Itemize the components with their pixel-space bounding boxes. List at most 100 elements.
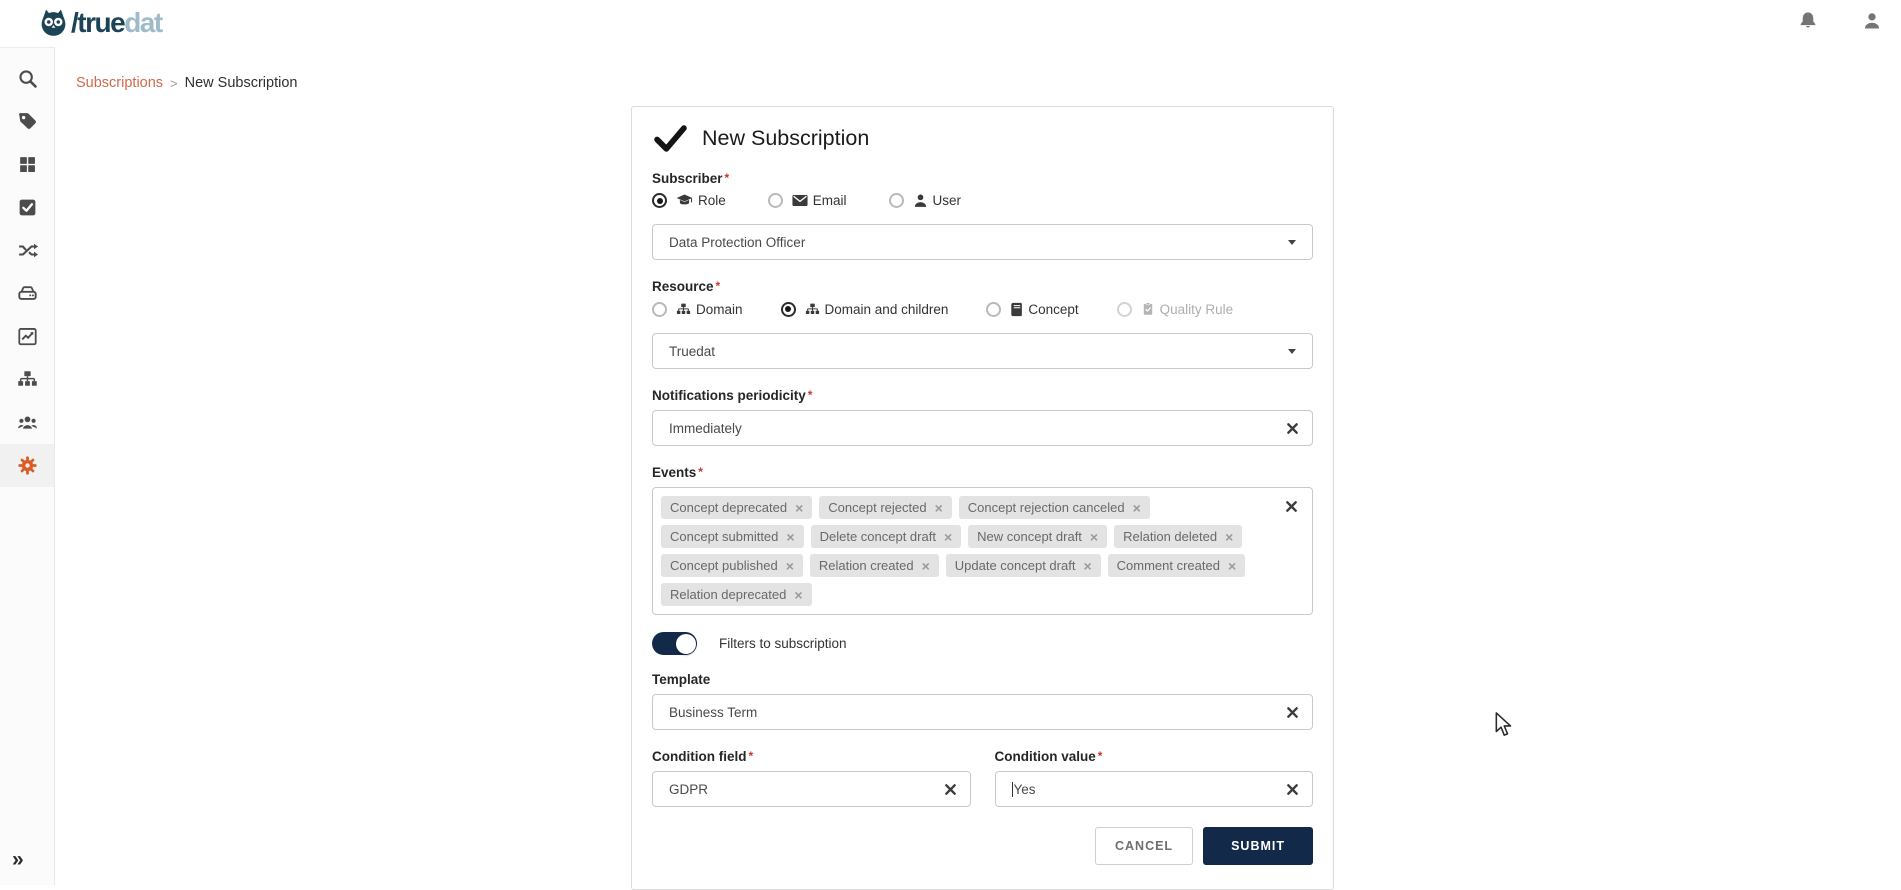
resource-select[interactable]: Truedat bbox=[652, 333, 1313, 369]
sidebar-item-tags[interactable] bbox=[0, 100, 54, 143]
required-asterisk: * bbox=[725, 171, 730, 185]
remove-tag-icon[interactable]: × bbox=[786, 530, 794, 544]
remove-tag-icon[interactable]: × bbox=[1090, 530, 1098, 544]
event-tag: Comment created× bbox=[1108, 554, 1246, 577]
user-icon[interactable] bbox=[1861, 10, 1883, 32]
radio-unselected bbox=[768, 193, 783, 208]
sidebar-item-dashboards[interactable] bbox=[0, 315, 54, 358]
filters-toggle-label: Filters to subscription bbox=[719, 636, 847, 651]
sidebar-item-modules[interactable] bbox=[0, 143, 54, 186]
radio-disabled bbox=[1117, 302, 1132, 317]
clear-icon[interactable] bbox=[1286, 706, 1299, 719]
clear-icon[interactable] bbox=[1286, 422, 1299, 435]
required-asterisk: * bbox=[716, 279, 721, 293]
sidebar-item-domains[interactable] bbox=[0, 358, 54, 401]
remove-tag-icon[interactable]: × bbox=[944, 530, 952, 544]
subscriber-select[interactable]: Data Protection Officer bbox=[652, 224, 1313, 260]
sidebar-expand-button[interactable]: » bbox=[0, 843, 54, 877]
required-asterisk: * bbox=[808, 388, 813, 402]
sidebar-item-data-sources[interactable] bbox=[0, 272, 54, 315]
remove-tag-icon[interactable]: × bbox=[1225, 530, 1233, 544]
envelope-icon bbox=[792, 194, 808, 207]
search-icon bbox=[17, 68, 38, 89]
remove-tag-icon[interactable]: × bbox=[935, 501, 943, 515]
sidebar-item-search[interactable] bbox=[0, 57, 54, 100]
resource-radio-group: Domain Domain and children bbox=[652, 301, 1313, 317]
template-field[interactable]: Business Term bbox=[652, 694, 1313, 730]
radio-option-user[interactable]: User bbox=[889, 193, 962, 208]
event-tag: Relation deprecated × bbox=[661, 583, 812, 606]
chevron-down-icon bbox=[1288, 349, 1296, 354]
remove-tag-icon[interactable]: × bbox=[786, 559, 794, 573]
event-tag-label: Delete concept draft bbox=[820, 529, 936, 544]
events-multiselect[interactable]: Concept deprecated × Concept rejected × Co… bbox=[652, 487, 1313, 615]
shuffle-icon bbox=[17, 240, 38, 261]
periodicity-value: Immediately bbox=[669, 421, 742, 436]
book-icon bbox=[1010, 302, 1023, 317]
radio-selected bbox=[781, 302, 796, 317]
radio-unselected bbox=[889, 193, 904, 208]
event-tag-label: New concept draft bbox=[977, 529, 1082, 544]
radio-option-domain[interactable]: Domain bbox=[652, 302, 743, 317]
person-icon bbox=[913, 193, 928, 208]
logo-text-light: dat bbox=[124, 7, 162, 38]
text-cursor bbox=[1012, 782, 1013, 797]
remove-tag-icon[interactable]: × bbox=[1228, 559, 1236, 573]
radio-unselected bbox=[652, 302, 667, 317]
radio-option-concept[interactable]: Concept bbox=[986, 302, 1078, 317]
bell-icon[interactable] bbox=[1797, 10, 1819, 32]
cancel-button[interactable]: CANCEL bbox=[1095, 827, 1193, 865]
radio-option-domain-and-children[interactable]: Domain and children bbox=[781, 302, 949, 317]
event-tag-label: Relation deleted bbox=[1123, 529, 1217, 544]
filters-toggle[interactable] bbox=[652, 632, 697, 655]
breadcrumb-link-subscriptions[interactable]: Subscriptions bbox=[76, 75, 163, 91]
submit-button[interactable]: SUBMIT bbox=[1203, 827, 1313, 865]
radio-option-role[interactable]: Role bbox=[652, 193, 726, 208]
subscriber-radio-group: Role Email bbox=[652, 193, 1313, 208]
radio-label: Email bbox=[813, 193, 847, 208]
sidebar-item-lineage[interactable] bbox=[0, 229, 54, 272]
event-tag: Concept rejection canceled× bbox=[959, 496, 1150, 519]
users-icon bbox=[17, 412, 38, 433]
clear-icon[interactable] bbox=[944, 783, 957, 796]
condition-value-label: Condition value* bbox=[995, 749, 1314, 764]
sidebar: » bbox=[0, 47, 55, 885]
condition-field-input[interactable]: GDPR bbox=[652, 771, 971, 807]
condition-value-input[interactable]: Yes bbox=[995, 771, 1314, 807]
sidebar-item-user-groups[interactable] bbox=[0, 401, 54, 444]
events-label: Events* bbox=[652, 465, 1313, 480]
app-header: /truedat bbox=[0, 0, 1901, 47]
event-tag-label: Relation deprecated bbox=[670, 587, 786, 602]
chevron-down-icon bbox=[1288, 240, 1296, 245]
clear-all-events-icon[interactable] bbox=[1285, 500, 1298, 513]
condition-value-value: Yes bbox=[1014, 782, 1036, 797]
remove-tag-icon[interactable]: × bbox=[794, 588, 802, 602]
hard-drive-icon bbox=[17, 283, 38, 304]
subscriber-select-value: Data Protection Officer bbox=[669, 235, 805, 250]
radio-label: Domain and children bbox=[825, 302, 949, 317]
event-tag: Relation deleted × bbox=[1114, 525, 1242, 548]
event-tag: Relation created× bbox=[810, 554, 939, 577]
remove-tag-icon[interactable]: × bbox=[795, 501, 803, 515]
template-label: Template bbox=[652, 672, 1313, 687]
radio-option-email[interactable]: Email bbox=[768, 193, 847, 208]
sidebar-item-settings[interactable] bbox=[0, 444, 54, 487]
event-tag-label: Concept deprecated bbox=[670, 500, 787, 515]
sitemap-icon bbox=[17, 369, 38, 390]
line-chart-icon bbox=[17, 326, 38, 347]
sitemap-icon bbox=[676, 302, 691, 317]
event-tag-label: Concept rejected bbox=[828, 500, 926, 515]
main-content: Subscriptions > New Subscription New Sub… bbox=[56, 47, 1901, 885]
clipboard-check-icon bbox=[1141, 301, 1155, 317]
event-tag: Concept deprecated × bbox=[661, 496, 812, 519]
sidebar-item-quality[interactable] bbox=[0, 186, 54, 229]
toggle-knob bbox=[676, 634, 696, 654]
sitemap-icon bbox=[805, 302, 820, 317]
remove-tag-icon[interactable]: × bbox=[1083, 559, 1091, 573]
clear-icon[interactable] bbox=[1286, 783, 1299, 796]
event-tag: Concept published× bbox=[661, 554, 803, 577]
remove-tag-icon[interactable]: × bbox=[1133, 501, 1141, 515]
remove-tag-icon[interactable]: × bbox=[922, 559, 930, 573]
periodicity-field[interactable]: Immediately bbox=[652, 410, 1313, 446]
event-tag: Concept submitted× bbox=[661, 525, 804, 548]
